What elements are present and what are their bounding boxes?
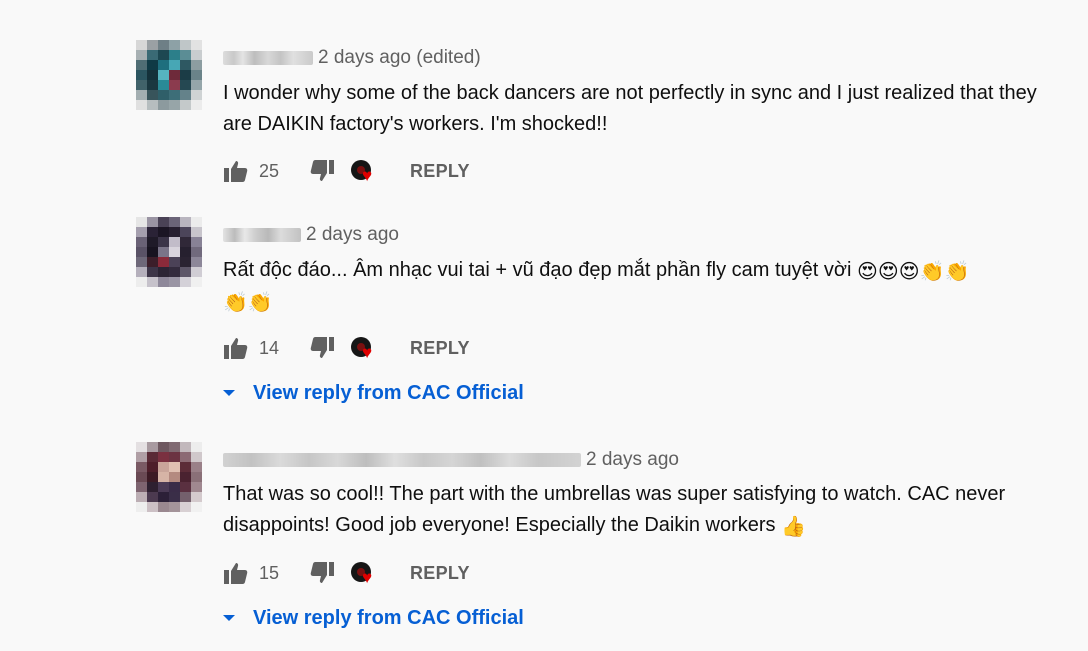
thumbs-up-emoji: 👍 bbox=[781, 516, 806, 538]
heart-eyes-emoji: 😍 bbox=[857, 261, 878, 283]
thumbs-down-icon[interactable] bbox=[309, 158, 335, 184]
comment-date[interactable]: 2 days ago bbox=[586, 449, 679, 471]
heart-eyes-emoji: 😍 bbox=[898, 261, 920, 283]
caret-down-icon bbox=[223, 390, 235, 396]
creator-heart-icon: ♥ bbox=[351, 335, 377, 361]
author-name-blurred[interactable] bbox=[223, 228, 301, 242]
clapping-hands-emoji: 👏 bbox=[247, 292, 273, 314]
author-name-blurred[interactable] bbox=[223, 51, 313, 65]
avatar[interactable] bbox=[136, 217, 202, 287]
like-count: 15 bbox=[259, 562, 280, 583]
comment-header: 2 days ago (edited) bbox=[223, 46, 481, 70]
comment-text: That was so cool!! The part with the umb… bbox=[223, 479, 1023, 541]
comment-date[interactable]: 2 days ago bbox=[306, 224, 399, 246]
clapping-hands-emoji: 👏 bbox=[919, 261, 945, 283]
comment-actions: 25 ♥ REPLY bbox=[223, 157, 470, 185]
comment-actions: 15 ♥ REPLY bbox=[223, 559, 470, 587]
clapping-hands-emoji: 👏 bbox=[223, 292, 248, 314]
clapping-hands-emoji: 👏 bbox=[944, 261, 970, 283]
reply-button[interactable]: REPLY bbox=[410, 563, 470, 584]
thumbs-down-icon[interactable] bbox=[309, 560, 335, 586]
comment-date[interactable]: 2 days ago (edited) bbox=[318, 47, 481, 69]
author-name-blurred[interactable] bbox=[223, 453, 581, 467]
comment-text-body: That was so cool!! The part with the umb… bbox=[223, 483, 1006, 536]
like-count: 14 bbox=[259, 337, 280, 358]
view-replies-label: View reply from CAC Official bbox=[253, 606, 524, 629]
reply-button[interactable]: REPLY bbox=[410, 161, 470, 182]
comment-text: Rất độc đáo... Âm nhạc vui tai + vũ đạo … bbox=[223, 255, 1043, 317]
view-replies-button[interactable]: View reply from CAC Official bbox=[220, 378, 524, 408]
caret-down-icon bbox=[223, 615, 235, 621]
reply-button[interactable]: REPLY bbox=[410, 338, 470, 359]
view-replies-button[interactable]: View reply from CAC Official bbox=[220, 603, 524, 633]
like-count: 25 bbox=[259, 160, 280, 181]
avatar[interactable] bbox=[136, 40, 202, 110]
comment-actions: 14 ♥ REPLY bbox=[223, 334, 470, 362]
comment-header: 2 days ago bbox=[223, 223, 399, 247]
comment-text: I wonder why some of the back dancers ar… bbox=[223, 82, 1037, 135]
creator-heart-icon: ♥ bbox=[351, 158, 377, 184]
truncated-link-top bbox=[300, 0, 360, 2]
thumbs-up-icon[interactable] bbox=[223, 560, 249, 586]
thumbs-down-icon[interactable] bbox=[309, 335, 335, 361]
thumbs-up-icon[interactable] bbox=[223, 158, 249, 184]
view-replies-label: View reply from CAC Official bbox=[253, 381, 524, 404]
comment-header: 2 days ago bbox=[223, 448, 679, 472]
avatar[interactable] bbox=[136, 442, 202, 512]
thumbs-up-icon[interactable] bbox=[223, 335, 249, 361]
comment-text-body: Rất độc đáo... Âm nhạc vui tai + vũ đạo … bbox=[223, 259, 852, 281]
creator-heart-icon: ♥ bbox=[351, 560, 377, 586]
heart-eyes-emoji: 😍 bbox=[877, 261, 899, 283]
